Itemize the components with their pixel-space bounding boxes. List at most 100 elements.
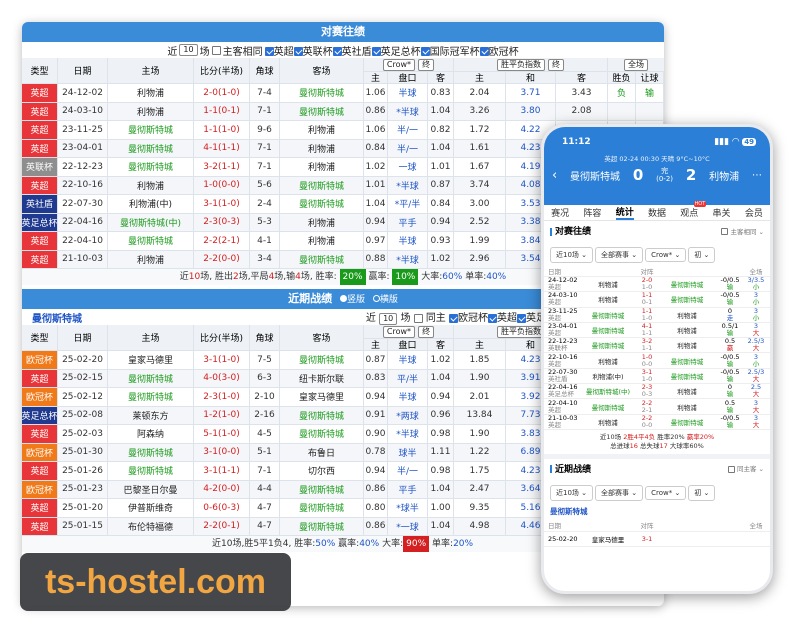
home-team[interactable]: 利物浦 bbox=[108, 176, 194, 195]
league-checkbox[interactable] bbox=[449, 313, 458, 323]
league-checkbox[interactable] bbox=[420, 47, 430, 56]
away-team[interactable]: 利物浦 bbox=[280, 158, 364, 177]
phone-h2h-row[interactable]: 23-04-01 英超 曼彻斯特城 4-1 1-1 利物浦 0.5/1 输 3 大 bbox=[544, 323, 770, 339]
home-team[interactable]: 曼彻斯特城 bbox=[108, 158, 194, 177]
league-tag: 欧冠杯 bbox=[22, 351, 58, 370]
company-select[interactable]: Crow* bbox=[382, 58, 416, 71]
odds-home: 1.04 bbox=[364, 195, 388, 214]
away-team[interactable]: 曼彻斯特城 bbox=[280, 195, 364, 214]
match-date: 25-01-15 bbox=[58, 517, 108, 536]
league-checkbox[interactable] bbox=[488, 313, 497, 323]
league-checkbox[interactable] bbox=[517, 313, 526, 323]
away-team[interactable]: 曼彻斯特城 bbox=[280, 84, 364, 103]
home-team[interactable]: 利物浦 bbox=[108, 102, 194, 121]
away-team[interactable]: 利物浦 bbox=[280, 121, 364, 140]
phone-h2h-row[interactable]: 24-03-10 英超 利物浦 1-1 0-1 曼彻斯特城 -0/0.5 输 3 小 bbox=[544, 292, 770, 308]
phone-select[interactable]: Crow* ⌄ bbox=[645, 485, 687, 500]
home-team[interactable]: 曼彻斯特城 bbox=[108, 443, 194, 462]
phone-tab[interactable]: 观点 HOT bbox=[680, 201, 707, 219]
phone-h2h-row[interactable]: 22-04-16 英足总杯 曼彻斯特城(中) 2-3 0-3 利物浦 0 输 2.5 大 bbox=[544, 384, 770, 400]
league-checkbox[interactable] bbox=[479, 47, 489, 56]
count-select-2[interactable]: 10 bbox=[379, 313, 398, 325]
phone-h2h-row[interactable]: 23-11-25 英超 曼彻斯特城 1-1 1-0 利物浦 0 走 3 小 bbox=[544, 308, 770, 323]
home-team[interactable]: 曼彻斯特城(中) bbox=[108, 213, 194, 232]
phone-h2h-row[interactable]: 22-07-30 英社盾 利物浦(中) 3-1 1-0 曼彻斯特城 -0/0.5 输 2.5/3… bbox=[544, 369, 770, 385]
home-team[interactable]: 皇家马德里 bbox=[108, 351, 194, 370]
back-icon[interactable]: ‹ bbox=[552, 168, 557, 183]
league-tag: 英超 bbox=[22, 250, 58, 269]
mode-select[interactable]: 胜平负指数 bbox=[497, 58, 545, 71]
away-team[interactable]: 利物浦 bbox=[280, 139, 364, 158]
phone-select[interactable]: 全部赛事 ⌄ bbox=[595, 247, 644, 263]
horizontal-option[interactable]: 横版 bbox=[380, 295, 398, 305]
same-host-checkbox-2[interactable] bbox=[413, 313, 423, 323]
phone-tab[interactable]: 阵容 bbox=[583, 206, 601, 219]
home-team[interactable]: 曼彻斯特城 bbox=[108, 232, 194, 251]
more-icon[interactable]: ⋯ bbox=[752, 170, 762, 181]
all-select[interactable]: 全场 bbox=[624, 58, 648, 71]
league-checkbox[interactable] bbox=[264, 47, 274, 56]
phone-h2h-row[interactable]: 22-12-23 英联杯 曼彻斯特城 3-2 1-1 利物浦 0.5 赢 2.5/3 大 bbox=[544, 338, 770, 354]
home-team[interactable]: 曼彻斯特城 bbox=[108, 462, 194, 481]
home-team[interactable]: 阿森纳 bbox=[108, 425, 194, 444]
match-date: 23-11-25 bbox=[58, 121, 108, 140]
away-team[interactable]: 曼彻斯特城 bbox=[280, 102, 364, 121]
phone-select[interactable]: 近10场 ⌄ bbox=[550, 247, 593, 263]
phone-select[interactable]: Crow* ⌄ bbox=[645, 248, 687, 262]
phone-goals: 3小 bbox=[752, 307, 760, 322]
phone-tab[interactable]: 串关 bbox=[713, 206, 731, 219]
home-team[interactable]: 利物浦 bbox=[108, 250, 194, 269]
phone-select[interactable]: 初 ⌄ bbox=[688, 484, 716, 501]
home-team[interactable]: 曼彻斯特城 bbox=[108, 139, 194, 158]
league-checkbox[interactable] bbox=[332, 47, 342, 56]
end-select-2[interactable]: 终 bbox=[548, 58, 564, 71]
away-team[interactable]: 布鲁日 bbox=[280, 443, 364, 462]
away-team[interactable]: 曼彻斯特城 bbox=[280, 351, 364, 370]
phone-goals: 3小 bbox=[752, 353, 760, 368]
phone-tab[interactable]: 数据 bbox=[648, 206, 666, 219]
home-team[interactable]: 曼彻斯特城 bbox=[108, 121, 194, 140]
away-team[interactable]: 曼彻斯特城 bbox=[280, 480, 364, 499]
home-team[interactable]: 布伦特福德 bbox=[108, 517, 194, 536]
count-select[interactable]: 10 bbox=[179, 44, 198, 56]
phone-h2h-row[interactable]: 22-04-10 英超 曼彻斯特城 2-2 2-1 利物浦 0.5 输 3 大 bbox=[544, 399, 770, 415]
phone-same-checkbox[interactable] bbox=[721, 228, 729, 235]
phone-h2h-row[interactable]: 24-12-02 英超 利物浦 2-0 1-0 曼彻斯特城 -0/0.5 输 3/3.5 小 bbox=[544, 277, 770, 293]
phone-tab[interactable]: 会员 bbox=[745, 206, 763, 219]
home-team[interactable]: 巴黎圣日尔曼 bbox=[108, 480, 194, 499]
end-select[interactable]: 终 bbox=[418, 58, 435, 71]
away-team[interactable]: 切尔西 bbox=[280, 462, 364, 481]
away-team[interactable]: 曼彻斯特城 bbox=[280, 499, 364, 518]
home-team[interactable]: 莱顿东方 bbox=[108, 406, 194, 425]
away-team[interactable]: 利物浦 bbox=[280, 232, 364, 251]
league-checkbox[interactable] bbox=[293, 47, 303, 56]
away-team[interactable]: 曼彻斯特城 bbox=[280, 176, 364, 195]
away-team[interactable]: 皇家马德里 bbox=[280, 388, 364, 407]
home-team[interactable]: 利物浦(中) bbox=[108, 195, 194, 214]
away-team[interactable]: 曼彻斯特城 bbox=[280, 517, 364, 536]
home-team[interactable]: 曼彻斯特城 bbox=[108, 369, 194, 388]
phone-tab[interactable]: 统计 bbox=[615, 205, 634, 220]
same-host-checkbox[interactable] bbox=[211, 45, 221, 55]
away-team[interactable]: 曼彻斯特城 bbox=[280, 425, 364, 444]
phone-h2h-row[interactable]: 21-10-03 英超 利物浦 2-2 0-0 曼彻斯特城 -0/0.5 输 3 大 bbox=[544, 415, 770, 430]
home-team[interactable]: 利物浦 bbox=[108, 84, 194, 103]
away-team[interactable]: 曼彻斯特城 bbox=[280, 406, 364, 425]
vertical-option[interactable]: 竖版 bbox=[347, 295, 365, 305]
phone-select[interactable]: 初 ⌄ bbox=[688, 247, 716, 263]
mode-select[interactable]: 胜平负指数 bbox=[497, 325, 545, 338]
end-select[interactable]: 终 bbox=[418, 325, 435, 338]
phone-h2h-row[interactable]: 22-10-16 英超 利物浦 1-0 0-0 曼彻斯特城 -0/0.5 输 3 小 bbox=[544, 353, 770, 369]
away-team[interactable]: 曼彻斯特城 bbox=[280, 250, 364, 269]
corner: 7-4 bbox=[250, 84, 280, 103]
away-team[interactable]: 利物浦 bbox=[280, 213, 364, 232]
phone-select[interactable]: 全部赛事 ⌄ bbox=[595, 484, 644, 501]
phone-recent-row[interactable]: 25-02-20 皇家马德里 3-1 bbox=[544, 532, 770, 548]
league-checkbox[interactable] bbox=[371, 47, 381, 56]
home-team[interactable]: 伊普斯维奇 bbox=[108, 499, 194, 518]
phone-tab[interactable]: 赛况 bbox=[551, 206, 569, 219]
home-team[interactable]: 曼彻斯特城 bbox=[108, 388, 194, 407]
company-select[interactable]: Crow* bbox=[382, 325, 416, 338]
away-team[interactable]: 纽卡斯尔联 bbox=[280, 369, 364, 388]
phone-select[interactable]: 近10场 ⌄ bbox=[550, 484, 593, 501]
